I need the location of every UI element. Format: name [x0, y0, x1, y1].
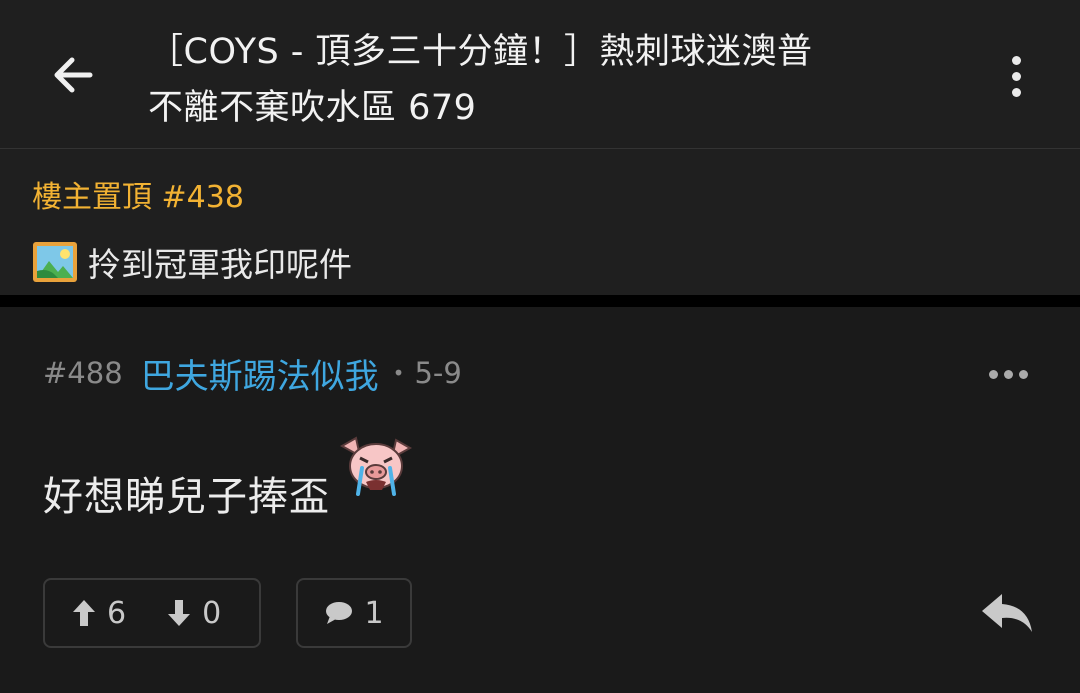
- comment-icon: [326, 602, 353, 624]
- section-divider: [0, 295, 1080, 307]
- upvote-button[interactable]: 6: [71, 596, 126, 631]
- comments-button[interactable]: 1: [296, 578, 412, 648]
- post-body: 好想睇兒子捧盃: [43, 436, 416, 526]
- thread-title-line-2: 不離不棄吹水區 679: [148, 88, 477, 128]
- meta-separator: •: [392, 361, 405, 385]
- downvote-count: 0: [202, 595, 222, 631]
- pinned-text: 拎到冠軍我印呢件: [88, 245, 352, 284]
- post-date: 5-9: [414, 356, 462, 390]
- image-icon: [33, 242, 77, 282]
- arrow-up-icon: [73, 600, 95, 626]
- post-meta: #488 巴夫斯踢法似我 • 5-9: [43, 349, 462, 398]
- arrow-down-icon: [168, 600, 191, 626]
- arrow-left-icon: [54, 57, 93, 93]
- pinned-content-row[interactable]: 拎到冠軍我印呢件: [32, 238, 352, 286]
- back-button[interactable]: [44, 46, 102, 104]
- more-vertical-icon-dot: [1011, 71, 1021, 81]
- reply-icon: [982, 594, 1032, 632]
- post-author[interactable]: 巴夫斯踢法似我: [141, 349, 379, 398]
- more-horizontal-icon-dot: [1003, 369, 1013, 379]
- comment-count: 1: [364, 595, 384, 631]
- vote-box: 6 0: [43, 578, 261, 648]
- top-app-bar: ［COYS - 頂多三十分鐘！］熱刺球迷澳普 不離不棄吹水區 679: [0, 0, 1080, 149]
- overflow-menu-button[interactable]: [996, 48, 1036, 104]
- pinned-label: 樓主置頂 #438: [32, 180, 244, 215]
- more-vertical-icon: [1011, 55, 1021, 65]
- post-number: #488: [43, 356, 123, 390]
- crying-pig-emoji: [339, 436, 413, 496]
- upvote-count: 6: [107, 595, 127, 631]
- more-vertical-icon-dot: [1011, 87, 1021, 97]
- post-text: 好想睇兒子捧盃: [43, 474, 330, 520]
- post-more-button[interactable]: [980, 362, 1036, 386]
- thread-title-line-1: ［COYS - 頂多三十分鐘！］熱刺球迷澳普: [148, 32, 813, 72]
- downvote-button[interactable]: 0: [166, 596, 221, 631]
- more-horizontal-icon: [988, 369, 998, 379]
- thread-title: ［COYS - 頂多三十分鐘！］熱刺球迷澳普 不離不棄吹水區 679: [148, 24, 908, 136]
- more-horizontal-icon-dot: [1018, 369, 1028, 379]
- reply-button[interactable]: [978, 590, 1036, 636]
